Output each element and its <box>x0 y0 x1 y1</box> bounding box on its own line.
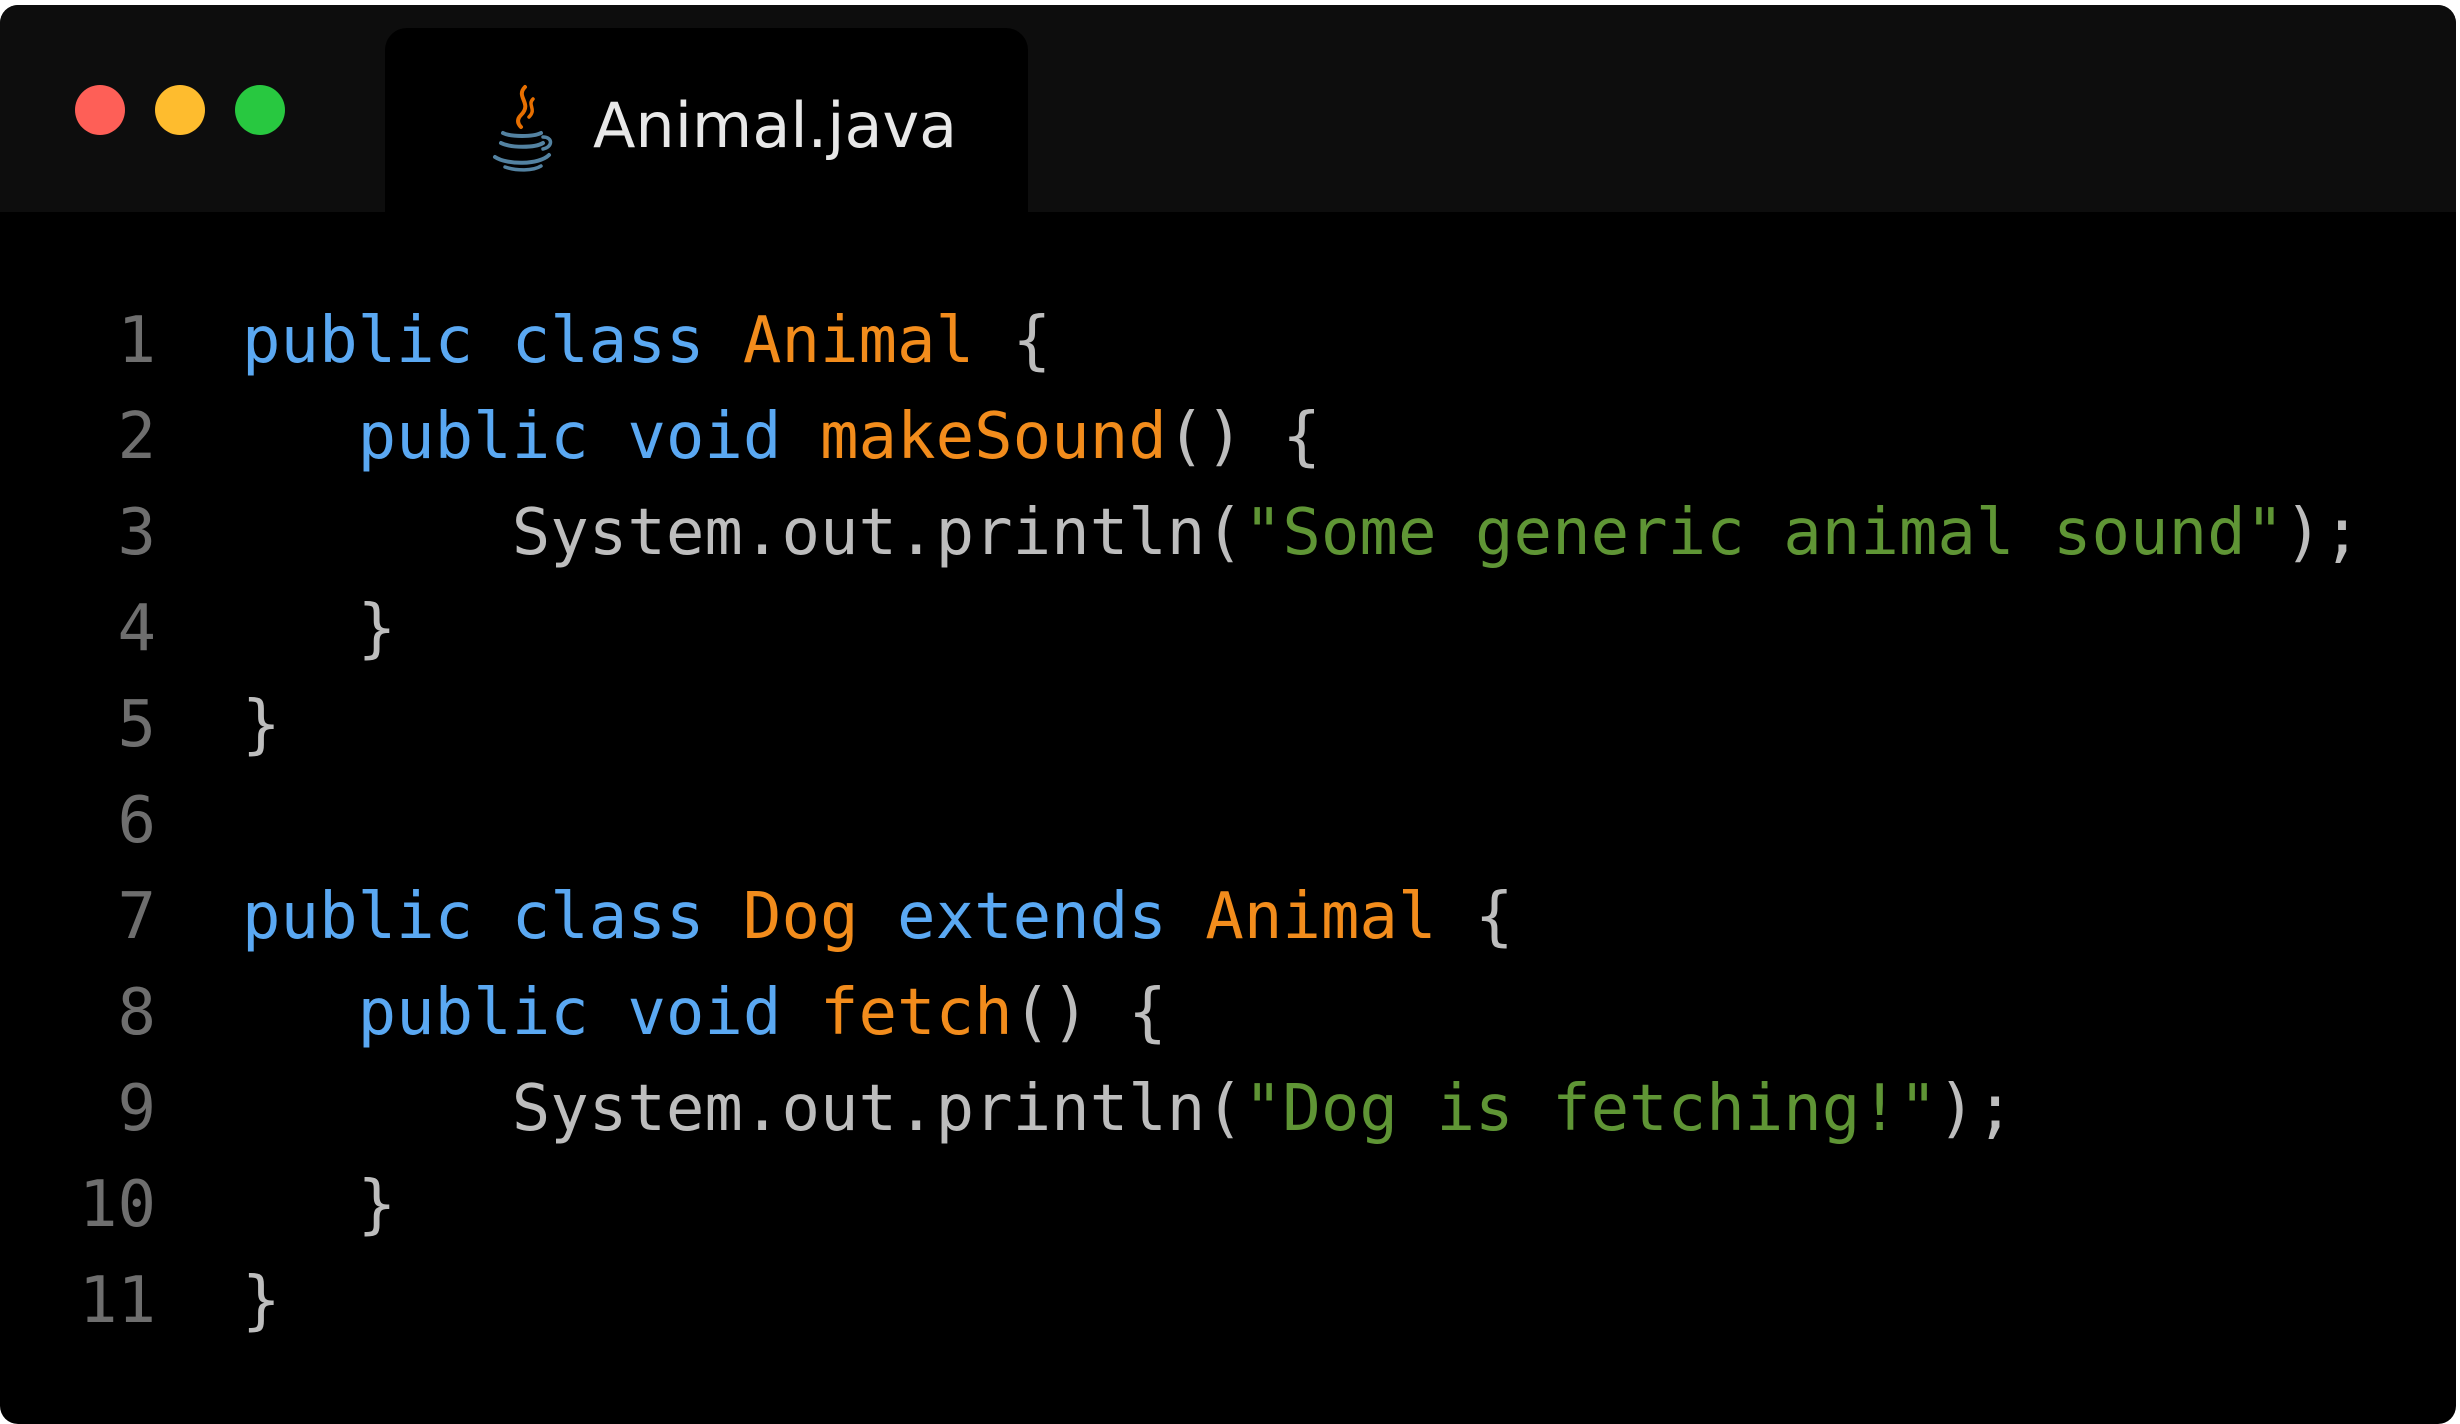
code-token-method: makeSound <box>819 400 1167 474</box>
code-line[interactable]: 8 public void fetch() { <box>0 965 2456 1061</box>
tab-animal-java[interactable]: Animal.java <box>385 28 1028 212</box>
line-source: } <box>242 1157 397 1253</box>
line-number: 7 <box>117 880 156 954</box>
code-token-plain: } <box>242 1168 397 1242</box>
code-token-plain: { <box>974 304 1052 378</box>
code-line[interactable]: 1 public class Animal { <box>0 293 2456 389</box>
code-token-type: Dog <box>742 880 859 954</box>
close-window-button[interactable] <box>75 85 125 135</box>
code-token-plain: } <box>242 1264 281 1338</box>
code-token-keyword: public <box>357 400 589 474</box>
minimize-window-button[interactable] <box>155 85 205 135</box>
line-number: 2 <box>117 400 156 474</box>
code-token-keyword: void <box>627 400 782 474</box>
code-line[interactable]: 2 public void makeSound() { <box>0 389 2456 485</box>
code-token-type: Animal <box>1205 880 1437 954</box>
line-number: 1 <box>117 304 156 378</box>
line-source: System.out.println("Dog is fetching!"); <box>242 1061 2015 1157</box>
code-token-plain: ); <box>1937 1072 2015 1146</box>
code-token-keyword: void <box>627 976 782 1050</box>
code-token-string: "Some generic animal sound" <box>1243 496 2285 570</box>
code-token-keyword: class <box>511 304 705 378</box>
code-token-plain: } <box>242 688 281 762</box>
line-number: 11 <box>78 1264 156 1338</box>
code-line[interactable]: 4 } <box>0 581 2456 677</box>
line-number: 9 <box>117 1072 156 1146</box>
tab-title: Animal.java <box>593 89 958 162</box>
java-icon <box>493 85 553 172</box>
code-line[interactable]: 5} <box>0 677 2456 773</box>
code-token-plain: System.out.println( <box>242 1072 1244 1146</box>
code-token-keyword: public <box>242 880 474 954</box>
code-token-plain: { <box>1436 880 1514 954</box>
code-line[interactable]: 9 System.out.println("Dog is fetching!")… <box>0 1061 2456 1157</box>
line-source: } <box>242 1253 281 1349</box>
line-source: public class Animal { <box>242 293 1051 389</box>
line-number: 5 <box>117 688 156 762</box>
code-token-plain: () { <box>1012 976 1167 1050</box>
line-number: 6 <box>117 784 156 858</box>
code-token-type: Animal <box>742 304 975 378</box>
code-token-keyword: public <box>357 976 589 1050</box>
code-editor[interactable]: 1 public class Animal {2 public void make… <box>0 293 2456 1349</box>
code-line[interactable]: 11} <box>0 1253 2456 1349</box>
line-number: 8 <box>117 976 156 1050</box>
code-line[interactable]: 7 public class Dog extends Animal { <box>0 869 2456 965</box>
code-line[interactable]: 6 <box>0 773 2456 869</box>
code-token-plain: } <box>242 592 397 666</box>
line-number: 4 <box>117 592 156 666</box>
code-token-plain: () { <box>1166 400 1321 474</box>
code-line[interactable]: 10 } <box>0 1157 2456 1253</box>
code-token-string: "Dog is fetching!" <box>1243 1072 1938 1146</box>
code-token-method: fetch <box>819 976 1013 1050</box>
code-line[interactable]: 3 System.out.println("Some generic anima… <box>0 485 2456 581</box>
line-number: 10 <box>78 1168 156 1242</box>
line-source: System.out.println("Some generic animal … <box>242 485 2362 581</box>
code-token-keyword: extends <box>897 880 1167 954</box>
code-token-plain: System.out.println( <box>242 496 1244 570</box>
code-token-plain: ); <box>2284 496 2362 570</box>
zoom-window-button[interactable] <box>235 85 285 135</box>
line-source: public void makeSound() { <box>242 389 1321 485</box>
code-window: Animal.java 1 public class Animal {2 publ… <box>0 5 2456 1424</box>
line-source: public class Dog extends Animal { <box>242 869 1514 965</box>
line-source: } <box>242 677 281 773</box>
line-number: 3 <box>117 496 156 570</box>
line-source: } <box>242 581 397 677</box>
line-source: public void fetch() { <box>242 965 1167 1061</box>
code-token-keyword: class <box>511 880 705 954</box>
code-token-keyword: public <box>242 304 474 378</box>
title-bar: Animal.java <box>0 5 2456 212</box>
